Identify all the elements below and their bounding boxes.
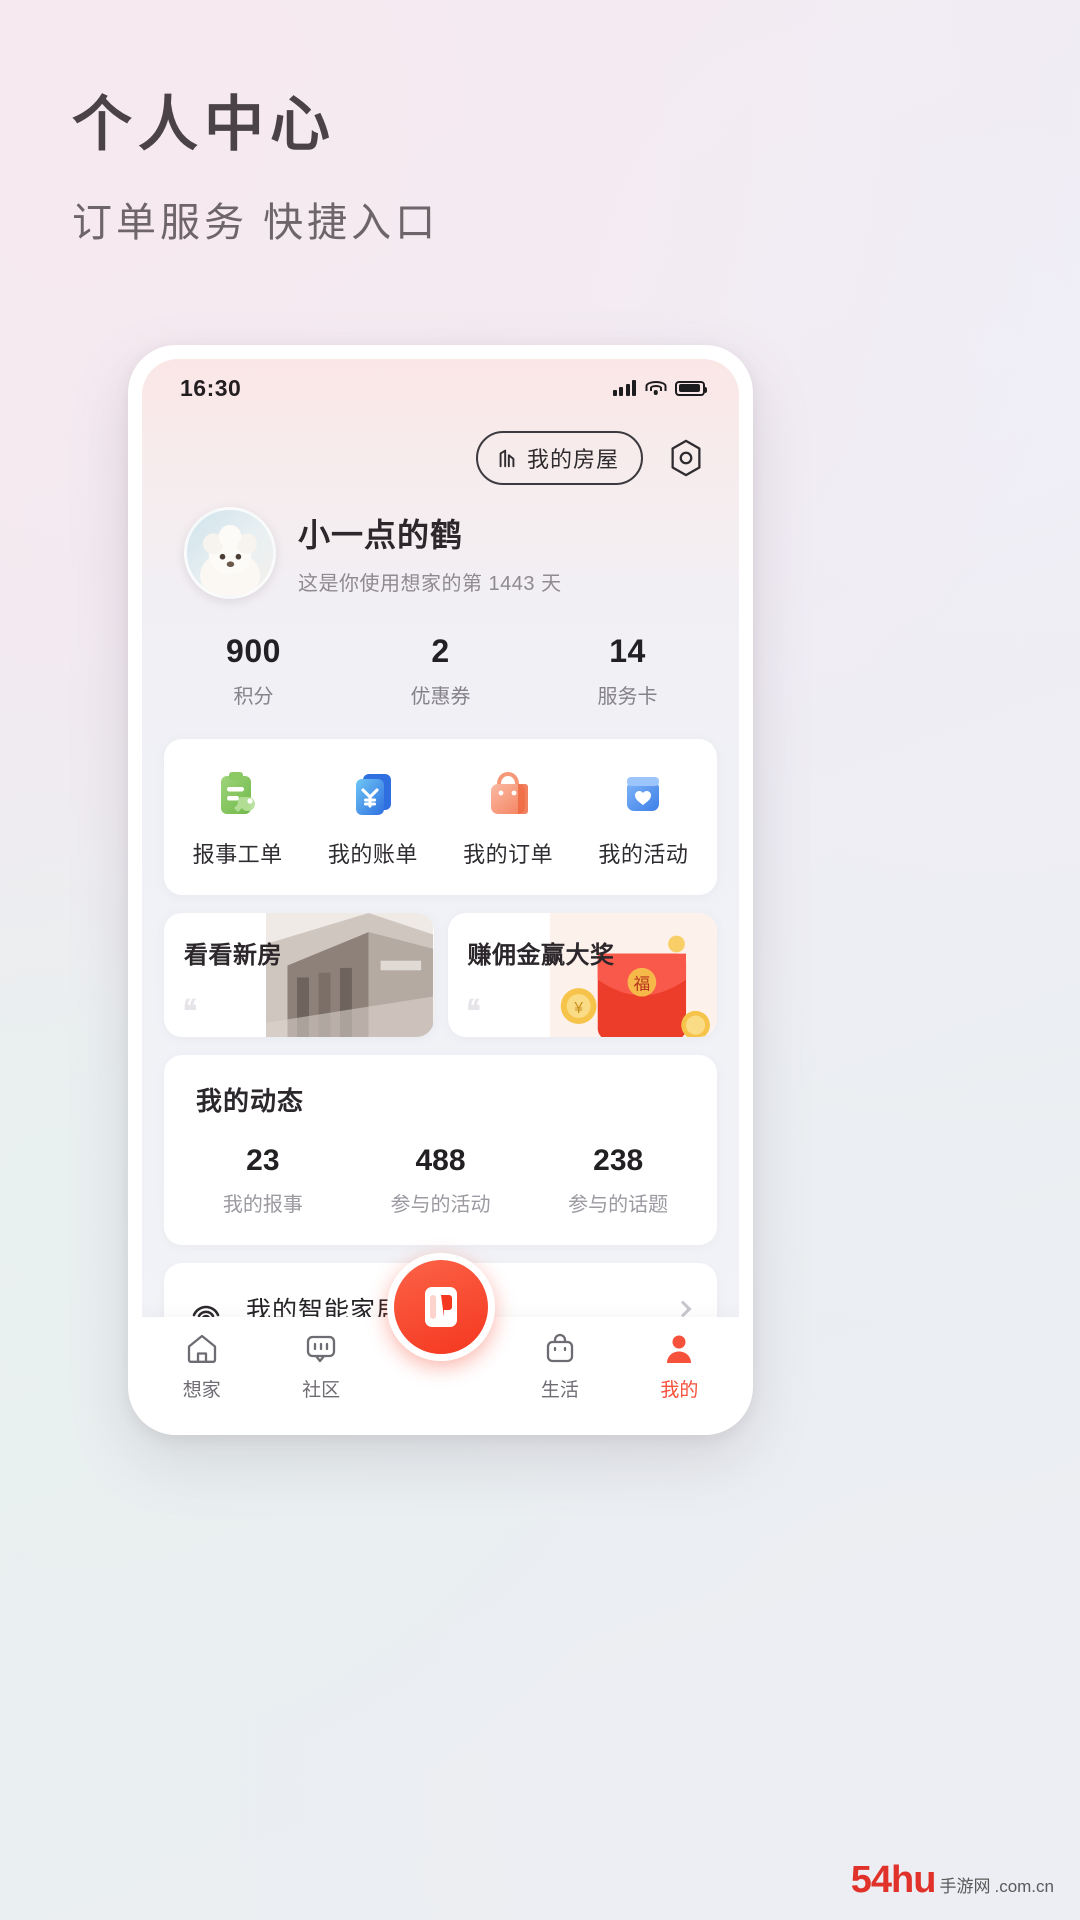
book-fab-icon — [424, 1287, 457, 1327]
shopping-bag-icon — [482, 769, 534, 821]
quote-decoration: ‘‘ — [182, 991, 199, 1035]
banner-commission[interactable]: 赚佣金赢大奖 ‘‘ ¥ 福 — [447, 913, 717, 1037]
settings-gear-icon — [671, 439, 701, 477]
person-icon — [661, 1331, 697, 1365]
my-dynamic-card: 我的动态 23 我的报事 488 参与的活动 238 参与的话题 — [164, 1055, 717, 1245]
fab-button[interactable] — [386, 1253, 495, 1361]
dynamic-item-reports[interactable]: 23 我的报事 — [174, 1144, 352, 1217]
stat-value: 14 — [609, 633, 646, 669]
banner-new-house[interactable]: 看看新房 ‘‘ — [164, 913, 434, 1037]
stat-item-coupons[interactable]: 2 优惠券 — [347, 633, 534, 709]
stat-label: 优惠券 — [410, 686, 471, 708]
tab-label: 我的 — [660, 1380, 699, 1401]
watermark-brand: 54hu — [850, 1859, 937, 1901]
watermark-domain: .com.cn — [994, 1877, 1054, 1896]
signal-bars-icon — [612, 380, 636, 396]
life-bag-icon — [542, 1331, 578, 1365]
stat-value: 900 — [226, 633, 281, 669]
quick-action-orders[interactable]: 我的订单 — [441, 769, 576, 869]
tab-label: 社区 — [302, 1380, 341, 1401]
quick-action-label: 我的账单 — [327, 842, 418, 867]
red-packet-coins: ¥ 福 — [549, 913, 717, 1037]
tab-mine[interactable]: 我的 — [620, 1331, 739, 1402]
stat-item-points[interactable]: 900 积分 — [160, 633, 347, 709]
profile-section[interactable]: 小一点的鹤 这是你使用想家的第 1443 天 — [142, 485, 739, 599]
dynamic-label: 我的报事 — [222, 1194, 303, 1216]
dynamic-item-activities[interactable]: 488 参与的活动 — [352, 1144, 530, 1217]
chevron-right-icon — [674, 1300, 692, 1318]
settings-button[interactable] — [665, 437, 707, 479]
banner-row: 看看新房 ‘‘ 赚佣金赢大奖 ‘‘ ¥ 福 — [164, 913, 717, 1037]
wifi-icon — [645, 380, 666, 396]
profile-text: 小一点的鹤 这是你使用想家的第 1443 天 — [298, 510, 562, 596]
dynamic-label: 参与的活动 — [390, 1194, 491, 1216]
my-dynamic-stats: 23 我的报事 488 参与的活动 238 参与的话题 — [174, 1144, 707, 1217]
clipboard-wrench-icon — [212, 769, 264, 821]
quick-action-report[interactable]: 报事工单 — [170, 769, 305, 869]
status-bar: 16:30 — [142, 359, 739, 417]
avatar[interactable] — [184, 507, 276, 599]
dynamic-value: 238 — [593, 1144, 644, 1177]
tab-label: 生活 — [540, 1380, 579, 1401]
phone-screen: 16:30 我的房屋 小一点的鹤 这是你使用想家的第 1443 天 900 积分… — [142, 359, 739, 1421]
quick-action-label: 我的订单 — [463, 842, 554, 867]
my-dynamic-title: 我的动态 — [196, 1086, 305, 1116]
heart-box-icon — [617, 769, 669, 821]
my-house-button[interactable]: 我的房屋 — [475, 431, 643, 485]
page-subtitle: 订单服务 快捷入口 — [72, 201, 440, 245]
tab-community[interactable]: 社区 — [261, 1331, 380, 1402]
stats-row: 900 积分 2 优惠券 14 服务卡 — [142, 599, 739, 739]
tab-life[interactable]: 生活 — [500, 1331, 619, 1402]
svg-text:福: 福 — [633, 974, 650, 993]
home-icon — [184, 1331, 220, 1365]
quick-action-bills[interactable]: 我的账单 — [305, 769, 440, 869]
building-photo — [266, 913, 434, 1037]
banner-title: 看看新房 — [184, 942, 282, 969]
quick-action-label: 我的活动 — [598, 842, 689, 867]
watermark: 54hu 手游网 .com.cn — [851, 1859, 1054, 1902]
building-icon — [499, 449, 515, 468]
dynamic-value: 488 — [415, 1144, 466, 1177]
status-time: 16:30 — [180, 374, 242, 401]
phone-mockup: 16:30 我的房屋 小一点的鹤 这是你使用想家的第 1443 天 900 积分… — [128, 345, 753, 1435]
battery-icon — [675, 380, 707, 396]
stat-value: 2 — [431, 633, 450, 669]
profile-days: 这是你使用想家的第 1443 天 — [298, 573, 562, 595]
my-house-label: 我的房屋 — [526, 447, 619, 472]
header-actions: 我的房屋 — [142, 417, 739, 485]
status-indicators — [612, 380, 707, 396]
svg-text:¥: ¥ — [573, 1000, 583, 1017]
stat-label: 服务卡 — [597, 686, 658, 708]
dynamic-value: 23 — [246, 1144, 280, 1177]
quick-action-activities[interactable]: 我的活动 — [576, 769, 711, 869]
stat-item-service-cards[interactable]: 14 服务卡 — [534, 633, 721, 709]
tab-label: 想家 — [182, 1380, 221, 1401]
quick-actions-card: 报事工单 我的账单 我的订单 我的活动 — [164, 739, 717, 895]
watermark-text: 手游网 — [939, 1877, 991, 1896]
community-icon — [303, 1331, 339, 1365]
user-avatar — [187, 510, 273, 596]
banner-title: 赚佣金赢大奖 — [467, 942, 615, 969]
quote-decoration: ‘‘ — [465, 991, 483, 1035]
yen-card-icon — [347, 769, 399, 821]
page-title: 个人中心 — [72, 91, 336, 158]
dynamic-item-topics[interactable]: 238 参与的话题 — [529, 1144, 707, 1217]
tab-home[interactable]: 想家 — [142, 1331, 261, 1402]
quick-action-label: 报事工单 — [192, 842, 283, 867]
page-heading: 个人中心 订单服务 快捷入口 — [72, 92, 439, 248]
stat-label: 积分 — [233, 686, 274, 708]
dynamic-label: 参与的话题 — [568, 1194, 669, 1216]
profile-name: 小一点的鹤 — [298, 517, 464, 553]
